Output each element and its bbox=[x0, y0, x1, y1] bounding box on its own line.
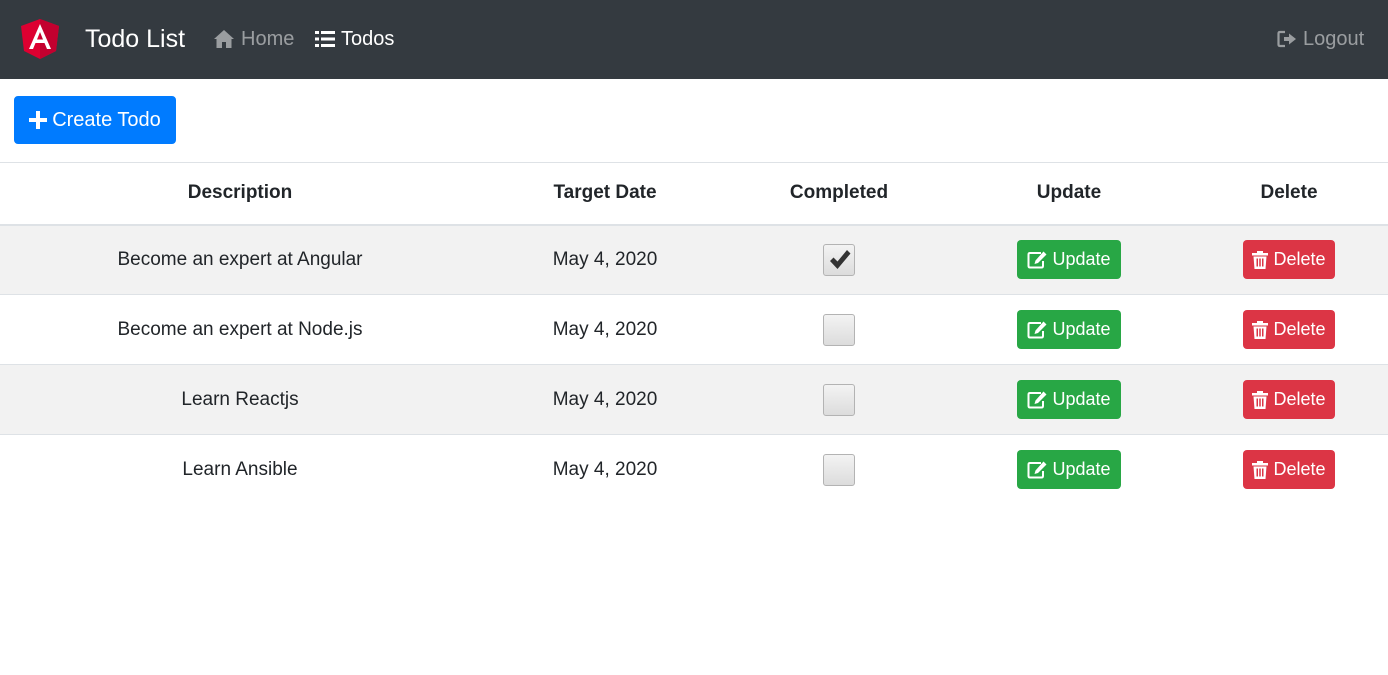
checkmark-icon bbox=[830, 249, 851, 269]
completed-checkbox[interactable] bbox=[823, 453, 855, 486]
update-button[interactable]: Update bbox=[1017, 380, 1121, 419]
trash-icon bbox=[1252, 250, 1269, 269]
trash-icon bbox=[1252, 320, 1269, 339]
todo-update-cell: Update bbox=[948, 225, 1190, 295]
edit-icon bbox=[1027, 461, 1047, 479]
column-header-update: Update bbox=[1036, 182, 1102, 204]
nav-logout[interactable]: Logout bbox=[1277, 27, 1364, 51]
todo-delete-cell: Delete bbox=[1190, 295, 1388, 365]
todo-target-date: May 4, 2020 bbox=[552, 388, 658, 410]
sign-out-icon bbox=[1277, 30, 1296, 48]
table-row: Become an expert at Node.js May 4, 2020 … bbox=[0, 294, 1388, 365]
delete-label: Delete bbox=[1273, 459, 1326, 480]
todo-delete-cell: Delete bbox=[1190, 225, 1388, 295]
todo-update-cell: Update bbox=[948, 365, 1190, 435]
table-row: Learn Reactjs May 4, 2020 Update Delete bbox=[0, 364, 1388, 435]
todo-description: Become an expert at Node.js bbox=[117, 318, 363, 340]
todo-target-date: May 4, 2020 bbox=[552, 458, 658, 480]
nav-todos[interactable]: Todos bbox=[315, 27, 394, 51]
table-header-row: Description Target Date Completed Update… bbox=[0, 162, 1388, 225]
todo-completed-cell bbox=[730, 295, 948, 365]
trash-icon bbox=[1252, 460, 1269, 479]
delete-label: Delete bbox=[1273, 319, 1326, 339]
update-label: Update bbox=[1052, 459, 1111, 480]
update-label: Update bbox=[1052, 249, 1111, 270]
todo-target-date: May 4, 2020 bbox=[552, 318, 658, 340]
todo-target-date: May 4, 2020 bbox=[552, 248, 658, 270]
nav-logout-label: Logout bbox=[1303, 28, 1365, 50]
delete-label: Delete bbox=[1273, 249, 1326, 270]
todo-completed-cell bbox=[730, 365, 948, 435]
trash-icon bbox=[1252, 390, 1269, 409]
navbar: Todo List Home Todos Logout bbox=[0, 0, 1388, 79]
todo-completed-cell bbox=[730, 435, 948, 505]
todo-update-cell: Update bbox=[948, 435, 1190, 505]
list-icon bbox=[315, 31, 335, 47]
todo-table: Description Target Date Completed Update… bbox=[0, 162, 1388, 505]
todo-delete-cell: Delete bbox=[1190, 365, 1388, 435]
edit-icon bbox=[1027, 321, 1047, 338]
todo-delete-cell: Delete bbox=[1190, 435, 1388, 505]
plus-icon bbox=[29, 111, 48, 129]
create-todo-label: Create Todo bbox=[52, 108, 161, 131]
column-header-delete: Delete bbox=[1260, 182, 1318, 204]
completed-checkbox[interactable] bbox=[823, 383, 855, 416]
todo-description: Become an expert at Angular bbox=[117, 248, 363, 270]
update-button[interactable]: Update bbox=[1017, 450, 1121, 490]
edit-icon bbox=[1027, 391, 1047, 408]
delete-button[interactable]: Delete bbox=[1243, 310, 1335, 349]
update-button[interactable]: Update bbox=[1017, 240, 1121, 280]
column-header-description: Description bbox=[187, 182, 293, 204]
todo-completed-cell bbox=[730, 225, 948, 295]
nav-home-label: Home bbox=[241, 28, 295, 50]
delete-button[interactable]: Delete bbox=[1243, 450, 1335, 490]
table-row: Become an expert at Angular May 4, 2020 … bbox=[0, 224, 1388, 295]
nav-todos-label: Todos bbox=[341, 28, 395, 50]
update-label: Update bbox=[1052, 319, 1111, 339]
delete-button[interactable]: Delete bbox=[1243, 380, 1335, 419]
update-label: Update bbox=[1052, 389, 1111, 409]
todo-update-cell: Update bbox=[948, 295, 1190, 365]
column-header-completed: Completed bbox=[789, 182, 889, 204]
todo-description: Learn Reactjs bbox=[181, 388, 299, 410]
home-icon bbox=[214, 30, 234, 48]
nav-home[interactable]: Home bbox=[213, 27, 294, 51]
brand-title[interactable]: Todo List bbox=[85, 21, 185, 57]
update-button[interactable]: Update bbox=[1017, 310, 1121, 349]
completed-checkbox[interactable] bbox=[823, 243, 855, 276]
completed-checkbox[interactable] bbox=[823, 313, 855, 346]
todo-description: Learn Ansible bbox=[182, 458, 298, 480]
delete-button[interactable]: Delete bbox=[1243, 240, 1335, 280]
table-row: Learn Ansible May 4, 2020 Update Delete bbox=[0, 434, 1388, 505]
angular-logo-icon[interactable] bbox=[21, 19, 59, 59]
column-header-target-date: Target Date bbox=[553, 182, 657, 204]
delete-label: Delete bbox=[1273, 389, 1326, 409]
edit-icon bbox=[1027, 251, 1047, 269]
create-todo-button[interactable]: Create Todo bbox=[14, 96, 176, 144]
